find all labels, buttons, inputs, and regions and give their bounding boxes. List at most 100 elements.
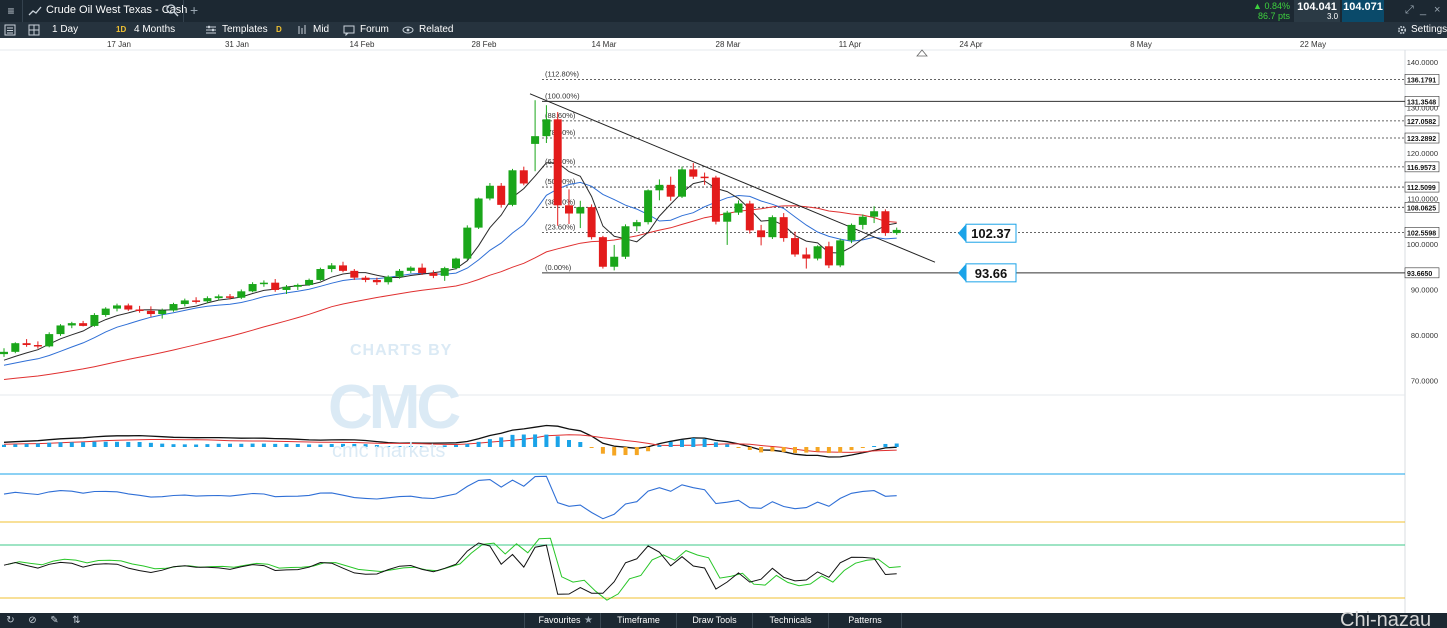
candle-body: [429, 273, 438, 276]
macd-histogram-bar: [13, 444, 18, 447]
candle-body: [33, 345, 42, 347]
macd-histogram-bar: [736, 447, 741, 448]
candle-body: [757, 230, 766, 238]
stoch-d-line: [7, 537, 901, 601]
templates-button[interactable]: Templates: [222, 24, 268, 36]
divider: [183, 0, 184, 22]
tab-timeframe[interactable]: Timeframe: [600, 613, 676, 628]
layout-grid-icon[interactable]: [28, 24, 40, 36]
x-tick-label: 17 Jan: [107, 40, 131, 49]
candle-body: [226, 296, 234, 298]
candle-body: [192, 300, 201, 302]
fibonacci-retracement[interactable]: (112.80%) 136.1791 (100.00%) 131.3548 (88.60…: [542, 69, 1440, 279]
tab-draw-tools[interactable]: Draw Tools: [676, 613, 752, 628]
price-chart[interactable]: 17 Jan 31 Jan 14 Feb 28 Feb 14 Mar 28 Mar 11 A…: [0, 38, 1447, 613]
candle-body: [384, 276, 393, 283]
tab-technicals[interactable]: Technicals: [752, 613, 828, 628]
forum-button[interactable]: Forum: [360, 24, 389, 36]
candle-body: [621, 226, 630, 257]
close-icon[interactable]: ×: [1434, 4, 1440, 16]
rsi-line: [3, 475, 897, 520]
hamburger-menu-icon[interactable]: ≡: [4, 4, 18, 18]
macd-histogram-bar: [318, 444, 323, 447]
candle-body: [452, 258, 460, 269]
candle-body: [440, 268, 449, 276]
candle-body: [316, 269, 325, 280]
macd-histogram-bar: [646, 447, 651, 452]
candle-body: [678, 169, 686, 197]
magnet-icon[interactable]: ⇅: [70, 614, 83, 627]
candle-body: [847, 224, 856, 241]
no-entry-icon[interactable]: ⊘: [26, 614, 39, 627]
list-icon[interactable]: [4, 24, 16, 36]
bottom-toolbar: ↻ ⊘ ✎ ⇅ Favourites ★ Timeframe Draw Tool…: [0, 610, 1447, 628]
macd-histogram-bar: [454, 445, 458, 447]
price-change: ▲ 0.84% 86.7 pts: [1250, 1, 1290, 21]
callout-pointer: [958, 263, 966, 282]
candle-body: [576, 207, 585, 214]
callout-value: 93.66: [975, 266, 1008, 281]
macd-histogram-bar: [103, 441, 108, 447]
x-tick-label: 8 May: [1130, 40, 1152, 49]
macd-histogram-bar: [623, 447, 628, 456]
macd-histogram-bar: [521, 434, 526, 447]
candle-body: [553, 119, 562, 206]
price-type-select[interactable]: Mid: [313, 24, 329, 36]
scroll-marker-icon[interactable]: [916, 49, 928, 57]
macd-histogram-bar: [600, 447, 605, 454]
macd-histogram-bar: [2, 444, 6, 447]
y-tick-label: 90.0000: [1411, 286, 1438, 295]
macd-histogram-bar: [194, 444, 199, 447]
macd-histogram-bar: [58, 442, 63, 447]
candle-body: [259, 282, 268, 285]
macd-histogram-bar: [567, 440, 571, 447]
macd-histogram-bar: [261, 443, 266, 447]
candle-body: [124, 305, 133, 310]
candle-body: [734, 203, 743, 213]
y-tick-label: 100.0000: [1407, 240, 1438, 249]
price-callouts[interactable]: 102.37 93.66: [916, 49, 1017, 283]
pencil-icon[interactable]: ✎: [48, 614, 61, 627]
fib-axis-value: 102.5598: [1407, 230, 1436, 237]
minimize-icon[interactable]: _: [1420, 4, 1426, 16]
macd-histogram-bar: [578, 442, 583, 447]
candle-body: [655, 184, 664, 191]
candle-body: [361, 277, 370, 280]
search-icon[interactable]: [165, 3, 179, 17]
candle-body: [858, 216, 867, 225]
settings-button[interactable]: Settings: [1411, 24, 1447, 36]
expand-icon[interactable]: ⤢: [1405, 4, 1414, 17]
candle-body: [791, 238, 799, 255]
add-tab-icon[interactable]: +: [190, 2, 198, 18]
candle-body: [723, 212, 732, 222]
macd-histogram-bar: [126, 441, 131, 447]
buy-price-button[interactable]: 104.071: [1342, 0, 1384, 22]
candle-body: [610, 256, 619, 267]
macd-histogram-bar: [499, 437, 504, 447]
candle-body: [711, 177, 720, 222]
interval-select[interactable]: 1 Day: [52, 24, 78, 36]
macd-histogram-bar: [860, 447, 865, 448]
candle-body: [836, 240, 845, 266]
candle-body: [180, 300, 189, 305]
macd-histogram-bar: [555, 436, 560, 447]
macd-histogram-bar: [533, 434, 538, 447]
star-icon[interactable]: ★: [582, 614, 595, 627]
macd-histogram-bar: [510, 434, 515, 447]
macd-histogram-bar: [295, 443, 300, 447]
candle-body: [870, 211, 879, 217]
chart-grid: [0, 49, 1447, 613]
range-select[interactable]: 4 Months: [134, 24, 175, 36]
candle-body: [101, 308, 110, 315]
watermark-logo: CMC: [328, 373, 461, 442]
candle-body: [11, 343, 20, 352]
fib-level-label: (112.80%): [545, 69, 580, 78]
eye-icon: [402, 26, 414, 34]
candle-body: [90, 314, 99, 326]
related-button[interactable]: Related: [419, 24, 453, 36]
tab-label: Technicals: [769, 615, 812, 625]
tab-patterns[interactable]: Patterns: [828, 613, 902, 628]
refresh-icon[interactable]: ↻: [4, 614, 17, 627]
candle-body: [406, 267, 415, 271]
x-tick-label: 28 Feb: [472, 40, 497, 49]
